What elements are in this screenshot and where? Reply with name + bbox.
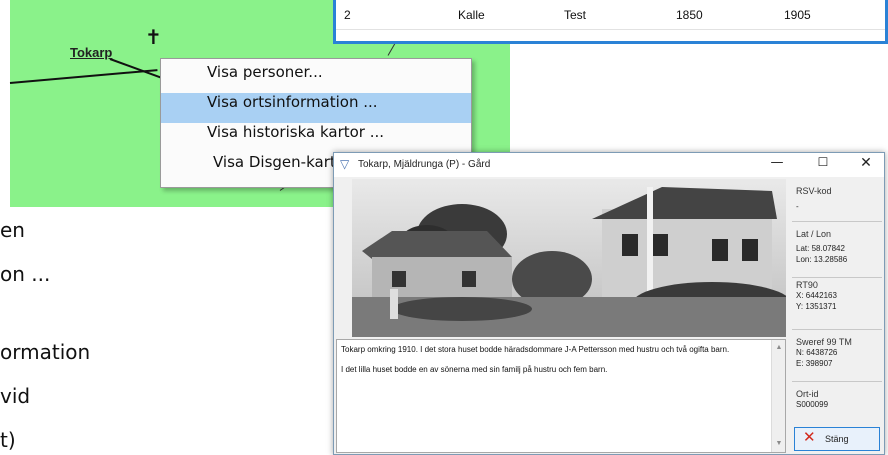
ortid-value: S000099	[796, 400, 829, 409]
place-photo	[352, 179, 786, 337]
description-textarea[interactable]: Tokarp omkring 1910. I det stora huset b…	[336, 339, 786, 453]
divider	[792, 221, 882, 222]
rsv-label: RSV-kod	[796, 186, 832, 196]
cell-death: 1905	[784, 7, 811, 22]
sweref-n: N: 6438726	[796, 348, 838, 357]
description-scrollbar[interactable]: ▲ ▼	[771, 340, 785, 452]
description-line: Tokarp omkring 1910. I det stora huset b…	[341, 345, 730, 354]
menu-item-show-place-info[interactable]: Visa ortsinformation ...	[161, 93, 471, 123]
road-line	[9, 69, 158, 84]
app-icon: ▽	[340, 157, 350, 171]
table-row[interactable]: 2 Kalle Test 1850 1905	[336, 0, 885, 30]
scroll-up-icon[interactable]: ▲	[772, 342, 786, 354]
background-text: t)	[0, 428, 16, 452]
cell-id: 2	[344, 7, 351, 22]
place-info-dialog: ▽ Tokarp, Mjäldrunga (P) - Gård — ☐ ✕ To…	[333, 152, 885, 455]
minimize-button[interactable]: —	[762, 155, 792, 175]
ortid-label: Ort-id	[796, 389, 819, 399]
rt90-section: RT90 X: 6442163 Y: 1351371	[792, 280, 882, 312]
church-cross-icon: ✝	[145, 25, 162, 49]
cell-lastname: Test	[564, 7, 587, 22]
rt90-label: RT90	[796, 280, 818, 290]
lon-value: Lon: 13.28586	[796, 255, 848, 264]
rt90-y: Y: 1351371	[796, 302, 837, 311]
sweref-section: Sweref 99 TM N: 6438726 E: 398907	[792, 337, 882, 369]
description-line: I det lilla huset bodde en av sönerna me…	[341, 365, 608, 374]
dialog-titlebar[interactable]: ▽ Tokarp, Mjäldrunga (P) - Gård — ☐ ✕	[334, 153, 884, 177]
divider	[792, 329, 882, 330]
menu-item-show-historical-maps[interactable]: Visa historiska kartor ...	[161, 123, 471, 153]
dialog-title: Tokarp, Mjäldrunga (P) - Gård	[358, 159, 491, 170]
rt90-x: X: 6442163	[796, 291, 837, 300]
sweref-label: Sweref 99 TM	[796, 337, 852, 347]
place-label-tokarp[interactable]: Tokarp	[70, 45, 112, 60]
background-text: on ...	[0, 262, 51, 286]
persons-table-window: 2 Kalle Test 1850 1905	[333, 0, 888, 44]
close-button-label: Stäng	[825, 434, 849, 444]
latlon-label: Lat / Lon	[796, 229, 832, 239]
lat-value: Lat: 58.07842	[796, 244, 845, 253]
maximize-button[interactable]: ☐	[808, 155, 838, 175]
divider	[792, 277, 882, 278]
cell-firstname: Kalle	[458, 7, 485, 22]
rsv-section: RSV-kod -	[792, 186, 882, 212]
divider	[792, 381, 882, 382]
close-window-button[interactable]: ✕	[851, 155, 881, 175]
latlon-section: Lat / Lon Lat: 58.07842 Lon: 13.28586	[792, 229, 882, 265]
close-button[interactable]: ✕ Stäng	[794, 427, 880, 451]
photo-image	[352, 179, 786, 337]
background-text: vid	[0, 384, 31, 408]
ortid-section: Ort-id S000099	[792, 389, 882, 410]
close-icon: ✕	[803, 428, 816, 446]
rsv-value: -	[796, 202, 799, 211]
menu-item-show-persons[interactable]: Visa personer...	[161, 63, 471, 93]
sweref-e: E: 398907	[796, 359, 833, 368]
background-text: en	[0, 218, 25, 242]
cell-birth: 1850	[676, 7, 703, 22]
scroll-down-icon[interactable]: ▼	[772, 438, 786, 450]
background-text: ormation	[0, 340, 91, 364]
